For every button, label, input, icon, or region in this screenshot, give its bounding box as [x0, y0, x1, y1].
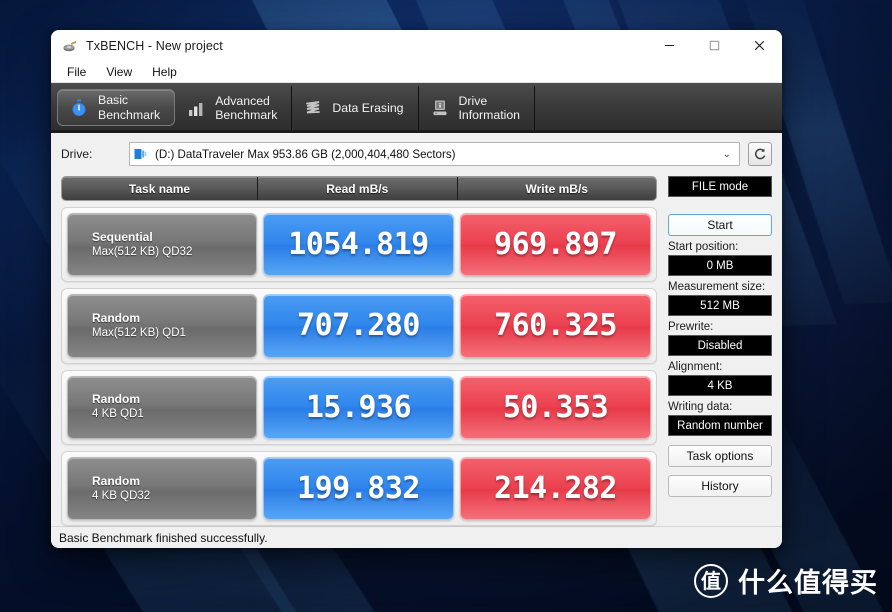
refresh-button[interactable]	[748, 142, 772, 166]
menu-help[interactable]: Help	[144, 63, 185, 81]
alignment-value[interactable]: 4 KB	[668, 375, 772, 396]
window-controls	[647, 30, 782, 61]
task-name-line2: Max(512 KB) QD1	[92, 327, 186, 340]
read-value: 1054.819	[263, 213, 454, 277]
tab-advanced-benchmark[interactable]: Advanced Benchmark	[175, 86, 293, 130]
status-bar: Basic Benchmark finished successfully.	[51, 526, 782, 548]
txbench-window: TxBENCH - New project File View Help Bas…	[51, 30, 782, 548]
task-name-cell[interactable]: Sequential Max(512 KB) QD32	[67, 213, 257, 277]
writing-data-label: Writing data:	[668, 401, 733, 413]
menu-bar: File View Help	[51, 61, 782, 83]
minimize-button[interactable]	[647, 30, 692, 61]
usb-drive-icon	[134, 148, 149, 161]
read-value: 707.280	[263, 294, 454, 358]
task-name-line1: Random	[92, 473, 140, 488]
watermark-text: 什么值得买	[738, 568, 878, 599]
table-header-row: Task name Read mB/s Write mB/s	[61, 176, 657, 201]
tab-basic-benchmark[interactable]: Basic Benchmark	[57, 89, 176, 126]
tab-advanced-benchmark-line2: Benchmark	[215, 108, 278, 122]
content-area: Task name Read mB/s Write mB/s Sequentia…	[61, 167, 772, 526]
menu-file[interactable]: File	[59, 63, 94, 81]
maximize-button[interactable]	[692, 30, 737, 61]
task-name-line2: 4 KB QD32	[92, 489, 151, 502]
drive-select[interactable]: (D:) DataTraveler Max 953.86 GB (2,000,4…	[129, 142, 740, 166]
table-row[interactable]: Random 4 KB QD1 15.936 50.353	[61, 369, 657, 445]
measurement-size-value[interactable]: 512 MB	[668, 295, 772, 316]
task-name-line1: Random	[92, 311, 140, 326]
write-value: 50.353	[460, 375, 651, 439]
drive-label: Drive:	[61, 147, 93, 161]
bar-chart-icon	[185, 97, 207, 119]
table-row[interactable]: Random 4 KB QD32 199.832 214.282	[61, 450, 657, 526]
table-body: Sequential Max(512 KB) QD32 1054.819 969…	[61, 207, 657, 526]
writing-data-value[interactable]: Random number	[668, 415, 772, 436]
tab-data-erasing[interactable]: Data Erasing	[292, 86, 419, 130]
tab-basic-benchmark-line2: Benchmark	[98, 107, 161, 122]
column-header-write: Write mB/s	[525, 181, 588, 196]
status-text: Basic Benchmark finished successfully.	[59, 530, 268, 545]
watermark: 值 什么值得买	[694, 561, 878, 600]
stopwatch-icon	[68, 97, 90, 119]
start-button[interactable]: Start	[668, 214, 772, 236]
task-name-line2: 4 KB QD1	[92, 408, 144, 421]
close-button[interactable]	[737, 30, 782, 61]
task-name-line1: Random	[92, 392, 140, 407]
results-table: Task name Read mB/s Write mB/s Sequentia…	[61, 176, 657, 526]
window-title: TxBENCH - New project	[86, 38, 223, 53]
table-row[interactable]: Sequential Max(512 KB) QD32 1054.819 969…	[61, 207, 657, 283]
tab-data-erasing-line1: Data Erasing	[332, 100, 404, 115]
drive-select-value: (D:) DataTraveler Max 953.86 GB (2,000,4…	[155, 147, 456, 161]
task-name-line1: Sequential	[92, 229, 153, 244]
start-position-value[interactable]: 0 MB	[668, 255, 772, 276]
column-header-read: Read mB/s	[258, 177, 458, 200]
write-value: 214.282	[460, 456, 651, 520]
measurement-size-label: Measurement size:	[668, 281, 766, 293]
tab-strip: Basic Benchmark Advanced Benchmark Data …	[51, 83, 782, 133]
menu-view[interactable]: View	[98, 63, 140, 81]
task-name-line2: Max(512 KB) QD32	[92, 245, 193, 258]
start-position-label: Start position:	[668, 241, 739, 253]
file-mode-button[interactable]: FILE mode	[668, 176, 772, 197]
tab-drive-information[interactable]: Drive Information	[419, 86, 536, 130]
table-row[interactable]: Random Max(512 KB) QD1 707.280 760.325	[61, 288, 657, 364]
read-value: 15.936	[263, 375, 454, 439]
task-name-cell[interactable]: Random 4 KB QD32	[67, 456, 257, 520]
options-panel: FILE mode Start Start position: 0 MB Mea…	[668, 176, 772, 526]
task-name-cell[interactable]: Random Max(512 KB) QD1	[67, 294, 257, 358]
title-bar: TxBENCH - New project	[51, 30, 782, 61]
txbench-icon	[62, 38, 78, 54]
tab-drive-information-line1: Drive	[458, 93, 488, 108]
task-name-cell[interactable]: Random 4 KB QD1	[67, 375, 257, 439]
column-header-task-name: Task name	[62, 177, 258, 200]
tab-basic-benchmark-line1: Basic	[98, 93, 129, 108]
eraser-icon	[302, 97, 324, 119]
prewrite-label: Prewrite:	[668, 321, 714, 333]
read-value: 199.832	[263, 456, 454, 520]
drive-info-icon	[429, 97, 451, 119]
app-body: Drive: (D:) DataTraveler Max 953.86 GB (…	[51, 133, 782, 526]
tab-drive-information-line2: Information	[458, 108, 521, 122]
write-value: 969.897	[460, 213, 651, 277]
task-options-button[interactable]: Task options	[668, 445, 772, 467]
write-value: 760.325	[460, 294, 651, 358]
history-button[interactable]: History	[668, 475, 772, 497]
chevron-down-icon: ⌄	[722, 148, 731, 160]
alignment-label: Alignment:	[668, 361, 723, 373]
drive-row: Drive: (D:) DataTraveler Max 953.86 GB (…	[61, 141, 772, 167]
tab-advanced-benchmark-line1: Advanced	[215, 93, 270, 108]
prewrite-value[interactable]: Disabled	[668, 335, 772, 356]
smzdm-logo-icon: 值	[694, 563, 728, 598]
